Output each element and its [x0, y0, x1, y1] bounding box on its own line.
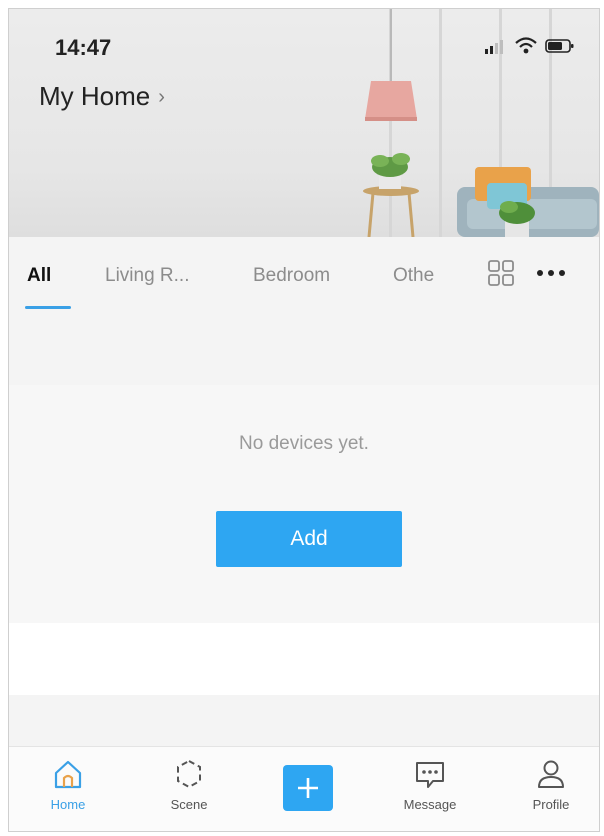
content-divider	[9, 623, 599, 695]
nav-item-message[interactable]: Message	[390, 757, 470, 812]
home-selector[interactable]: My Home ›	[39, 81, 165, 112]
tab-living-room[interactable]: Living R...	[105, 265, 189, 287]
device-list-area	[9, 385, 599, 623]
tab-bedroom[interactable]: Bedroom	[253, 265, 330, 287]
add-device-button[interactable]: Add	[216, 511, 402, 567]
more-dot-icon	[548, 270, 554, 276]
active-tab-indicator	[25, 306, 71, 309]
grid-icon	[488, 260, 514, 286]
scene-icon	[177, 759, 201, 789]
more-options-button[interactable]	[537, 261, 577, 285]
wifi-icon	[515, 37, 537, 54]
bottom-navigation: Home Scene Message Profile	[9, 746, 599, 831]
nav-item-scene[interactable]: Scene	[149, 757, 229, 812]
nav-item-profile[interactable]: Profile	[511, 757, 591, 812]
more-dot-icon	[559, 270, 565, 276]
nav-label-profile: Profile	[532, 797, 570, 812]
grid-view-button[interactable]	[487, 259, 515, 287]
profile-icon	[538, 760, 564, 788]
nav-item-home[interactable]: Home	[28, 757, 108, 812]
signal-icon	[485, 40, 503, 54]
add-plus-button[interactable]	[283, 765, 333, 811]
empty-state-message: No devices yet.	[239, 433, 369, 454]
nav-label-home: Home	[50, 797, 86, 812]
room-tabs: All Living R... Bedroom Othe	[9, 237, 599, 317]
phone-screen: 14:47 My Home › All Living R... Bedroom …	[8, 8, 600, 832]
message-icon	[416, 762, 444, 788]
tab-other[interactable]: Othe	[393, 265, 434, 287]
plus-icon	[298, 778, 318, 798]
chevron-right-icon: ›	[158, 86, 165, 108]
home-name: My Home	[39, 81, 151, 111]
nav-label-scene: Scene	[170, 797, 208, 812]
status-bar-time: 14:47	[55, 35, 112, 60]
more-dot-icon	[537, 270, 543, 276]
nav-label-message: Message	[403, 797, 457, 812]
status-bar-icons	[485, 35, 575, 57]
tab-all[interactable]: All	[27, 265, 51, 287]
battery-icon	[545, 39, 574, 53]
home-header-banner: 14:47 My Home ›	[9, 9, 599, 237]
home-icon	[54, 760, 82, 789]
